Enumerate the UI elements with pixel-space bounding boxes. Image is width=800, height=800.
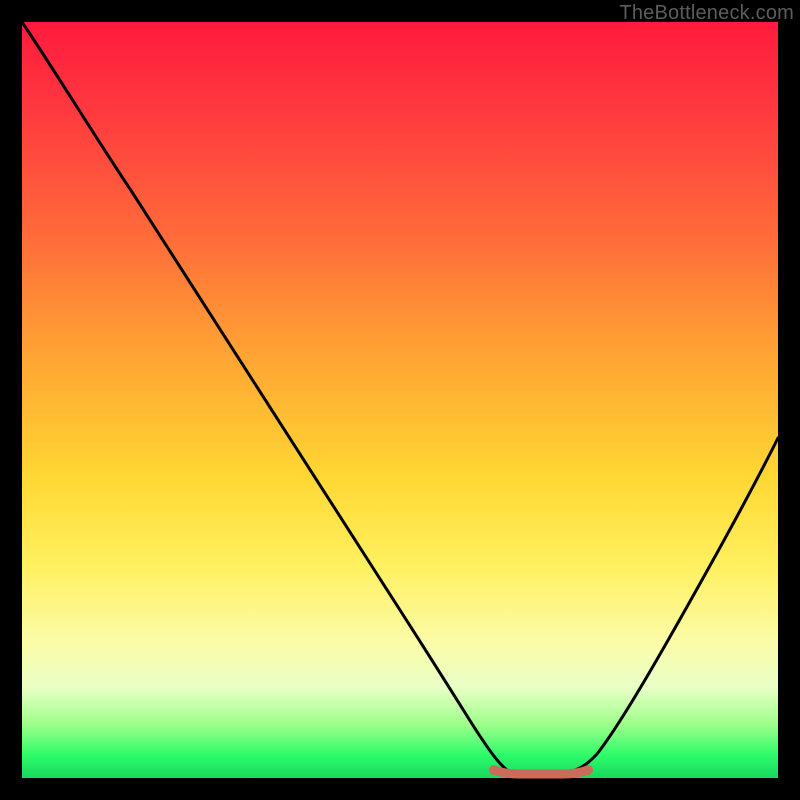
flat-accent bbox=[494, 770, 588, 774]
accent-dot-right bbox=[583, 765, 593, 775]
curve-path bbox=[22, 22, 778, 773]
watermark-text: TheBottleneck.com bbox=[619, 2, 794, 25]
bottleneck-curve bbox=[22, 22, 778, 778]
accent-dot-left bbox=[489, 765, 499, 775]
chart-frame bbox=[22, 22, 778, 778]
